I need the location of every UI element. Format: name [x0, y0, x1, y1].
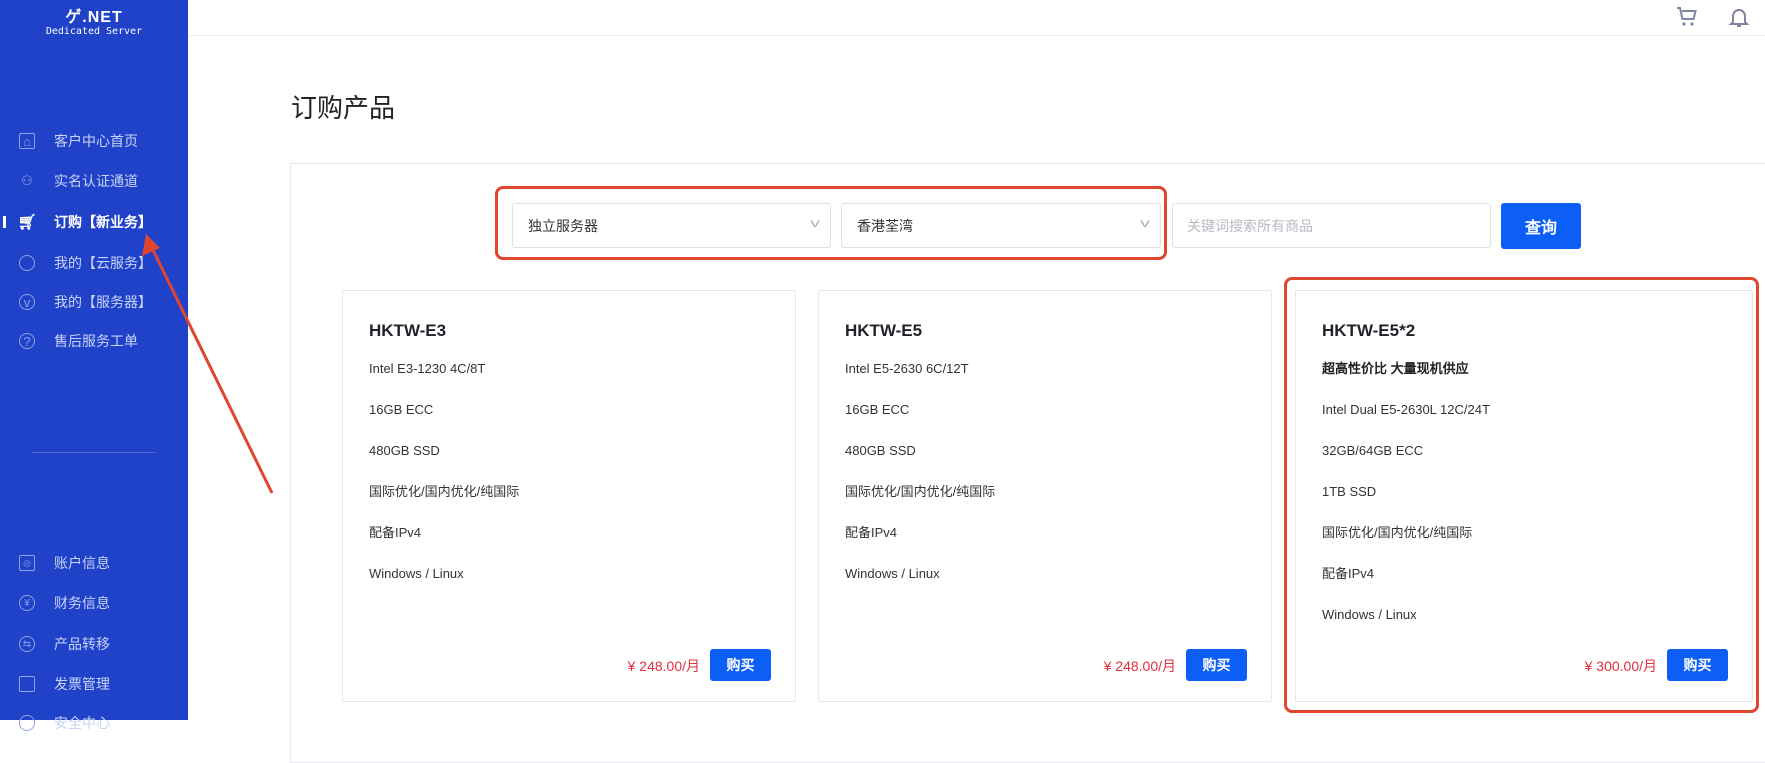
- search-input[interactable]: [1172, 203, 1491, 248]
- logo-text: ゲ.NET: [65, 9, 123, 26]
- buy-button[interactable]: 购买: [1667, 649, 1728, 681]
- security-icon: [19, 715, 35, 731]
- product-spec: 16GB ECC: [845, 402, 910, 417]
- sidebar-item-account[interactable]: ◎ 账户信息: [0, 548, 188, 578]
- product-spec: Intel E5-2630 6C/12T: [845, 361, 969, 376]
- product-spec: Windows / Linux: [845, 566, 940, 581]
- user-icon: ⚇: [21, 173, 33, 188]
- product-spec: 配备IPv4: [1322, 566, 1375, 581]
- sidebar-item-label: 我的【云服务】: [54, 255, 152, 271]
- sidebar-item-order[interactable]: 🛒︎ 订购【新业务】: [0, 207, 188, 237]
- sidebar-item-label: 客户中心首页: [54, 133, 138, 149]
- buy-button[interactable]: 购买: [710, 649, 771, 681]
- sidebar-divider: [32, 452, 156, 453]
- product-price: ¥ 248.00/月: [627, 658, 700, 674]
- top-header: [188, 0, 1765, 36]
- category-select[interactable]: 独立服务器 v: [512, 203, 831, 248]
- product-spec: 国际优化/国内优化/纯国际: [845, 484, 996, 499]
- yen-icon: ¥: [19, 595, 35, 611]
- region-select-value: 香港荃湾: [857, 217, 913, 234]
- product-spec: Intel E3-1230 4C/8T: [369, 361, 486, 376]
- product-tagline: 超高性价比 大量现机供应: [1322, 361, 1469, 376]
- cart-icon: 🛒︎: [17, 214, 37, 231]
- sidebar-item-label: 我的【服务器】: [54, 294, 152, 310]
- product-card: HKTW-E3 Intel E3-1230 4C/8T 16GB ECC 480…: [342, 290, 796, 702]
- sidebar-item-label: 账户信息: [54, 555, 110, 571]
- logo-subtitle: Dedicated Server: [45, 26, 143, 37]
- product-price: ¥ 300.00/月: [1584, 658, 1657, 674]
- invoice-icon: [19, 676, 35, 692]
- product-spec: Windows / Linux: [1322, 607, 1417, 622]
- category-select-value: 独立服务器: [528, 217, 598, 234]
- query-button[interactable]: 查询: [1501, 203, 1581, 249]
- server-icon: v: [19, 294, 35, 310]
- sidebar-item-home[interactable]: ⌂ 客户中心首页: [0, 126, 188, 156]
- product-spec: 1TB SSD: [1322, 484, 1377, 499]
- account-icon: ◎: [19, 555, 35, 571]
- product-card: HKTW-E5*2 超高性价比 大量现机供应 Intel Dual E5-263…: [1295, 290, 1753, 702]
- sidebar-item-verification[interactable]: ⚇ 实名认证通道: [0, 166, 188, 196]
- product-spec: 国际优化/国内优化/纯国际: [369, 484, 520, 499]
- sidebar-item-invoice[interactable]: 发票管理: [0, 669, 188, 699]
- product-spec: 配备IPv4: [369, 525, 422, 540]
- chevron-down-icon: v: [810, 216, 820, 230]
- page-title: 订购产品: [291, 93, 396, 123]
- logo[interactable]: ゲ.NET Dedicated Server: [0, 9, 188, 38]
- pie-icon: [19, 255, 35, 271]
- product-spec: 480GB SSD: [845, 443, 916, 458]
- product-name: HKTW-E3: [369, 321, 447, 340]
- sidebar-item-finance[interactable]: ¥ 财务信息: [0, 588, 188, 618]
- product-name: HKTW-E5: [845, 321, 923, 340]
- product-price: ¥ 248.00/月: [1103, 658, 1176, 674]
- product-spec: 国际优化/国内优化/纯国际: [1322, 525, 1473, 540]
- transfer-icon: ⇆: [19, 636, 35, 652]
- chevron-down-icon: v: [1140, 216, 1150, 230]
- sidebar-item-cloud[interactable]: 我的【云服务】: [0, 248, 188, 278]
- product-spec: 配备IPv4: [845, 525, 898, 540]
- product-spec: Windows / Linux: [369, 566, 464, 581]
- product-card: HKTW-E5 Intel E5-2630 6C/12T 16GB ECC 48…: [818, 290, 1272, 702]
- sidebar-item-security[interactable]: 安全中心: [0, 708, 188, 738]
- help-icon: ?: [19, 333, 35, 349]
- sidebar-item-label: 售后服务工单: [54, 333, 138, 349]
- sidebar-item-servers[interactable]: v 我的【服务器】: [0, 287, 188, 317]
- sidebar-item-transfer[interactable]: ⇆ 产品转移: [0, 629, 188, 659]
- region-select[interactable]: 香港荃湾 v: [841, 203, 1161, 248]
- sidebar-item-label: 实名认证通道: [54, 173, 138, 189]
- home-icon: ⌂: [19, 133, 35, 149]
- sidebar: ゲ.NET Dedicated Server ⌂ 客户中心首页 ⚇ 实名认证通道 🛒…: [0, 0, 188, 731]
- product-name: HKTW-E5*2: [1322, 321, 1416, 340]
- sidebar-item-label: 订购【新业务】: [54, 214, 152, 230]
- sidebar-item-tickets[interactable]: ? 售后服务工单: [0, 326, 188, 356]
- product-spec: 480GB SSD: [369, 443, 440, 458]
- product-spec: 16GB ECC: [369, 402, 434, 417]
- sidebar-item-label: 安全中心: [54, 715, 110, 731]
- sidebar-item-label: 发票管理: [54, 676, 110, 692]
- sidebar-item-label: 财务信息: [54, 595, 110, 611]
- product-spec: 32GB/64GB ECC: [1322, 443, 1424, 458]
- bell-icon[interactable]: [1727, 5, 1751, 29]
- buy-button[interactable]: 购买: [1186, 649, 1247, 681]
- sidebar-item-label: 产品转移: [54, 636, 110, 652]
- cart-icon[interactable]: [1675, 5, 1699, 29]
- product-spec: Intel Dual E5-2630L 12C/24T: [1322, 402, 1490, 417]
